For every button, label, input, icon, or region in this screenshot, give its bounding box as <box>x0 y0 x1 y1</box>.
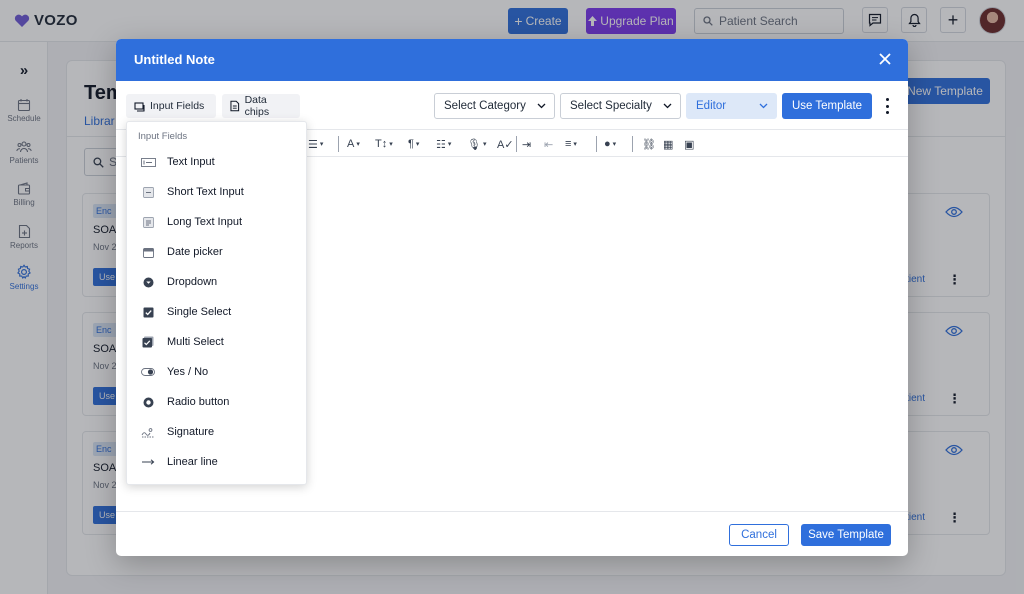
align-button[interactable]: ≡ ▾ <box>565 135 577 153</box>
menu-item-label: Signature <box>167 426 215 438</box>
menu-item-long-text-input[interactable]: Long Text Input <box>127 207 308 237</box>
untitled-note-modal: Untitled Note Input Fields Data chips Se… <box>116 39 908 556</box>
category-value: Select Category <box>444 100 526 112</box>
mode-select[interactable]: Editor <box>686 93 777 119</box>
table-button[interactable]: ▦ <box>663 135 673 153</box>
specialty-select[interactable]: Select Specialty <box>560 93 681 119</box>
modal-header: Untitled Note <box>116 39 908 81</box>
data-chips-label: Data chips <box>244 94 270 118</box>
menu-item-short-text-input[interactable]: Short Text Input <box>127 177 308 207</box>
line-height-icon: ☰ <box>308 138 318 151</box>
toggle-icon <box>140 365 156 379</box>
microphone-icon: 🎙 <box>467 138 481 151</box>
menu-item-dropdown[interactable]: Dropdown <box>127 267 308 297</box>
align-icon: ≡ <box>565 138 572 150</box>
arrow-right-icon <box>140 455 156 469</box>
input-fields-label: Input Fields <box>150 100 205 112</box>
chevron-down-icon <box>759 103 768 109</box>
list-icon: ☷ <box>436 138 446 151</box>
menu-item-label: Text Input <box>167 156 215 168</box>
spellcheck-icon: A✓ <box>497 138 514 151</box>
indent-button[interactable]: ⇥ <box>522 135 531 153</box>
menu-item-label: Linear line <box>167 456 218 468</box>
checkbox-icon <box>140 305 156 319</box>
image-icon: ▣ <box>684 138 695 151</box>
long-text-icon <box>140 215 156 229</box>
cancel-button[interactable]: Cancel <box>729 524 789 546</box>
specialty-value: Select Specialty <box>570 100 652 112</box>
link-button[interactable]: ⛓ <box>642 135 656 153</box>
input-fields-button[interactable]: Input Fields <box>126 94 216 118</box>
toolbar-separator <box>338 136 339 152</box>
indent-icon: ⇥ <box>522 138 532 151</box>
color-fill-button[interactable]: ● ▾ <box>604 135 616 153</box>
input-fields-menu: Input Fields Text Input Short Text Input… <box>126 121 307 485</box>
toolbar-separator <box>596 136 597 152</box>
use-template-button[interactable]: Use Template <box>782 93 872 119</box>
input-field-icon <box>134 101 145 112</box>
footer-divider <box>116 511 908 512</box>
menu-item-label: Single Select <box>167 306 232 318</box>
menu-item-multi-select[interactable]: Multi Select <box>127 327 308 357</box>
list-button[interactable]: ☷ ▾ <box>436 135 451 153</box>
font-color-button[interactable]: A ▾ <box>347 135 360 153</box>
menu-item-label: Radio button <box>167 396 230 408</box>
multi-checkbox-icon <box>140 335 156 349</box>
text-input-icon <box>140 155 156 169</box>
menu-heading: Input Fields <box>138 131 188 142</box>
paragraph-button[interactable]: ¶ ▾ <box>408 135 419 153</box>
menu-item-label: Dropdown <box>167 276 218 288</box>
menu-item-radio-button[interactable]: Radio button <box>127 387 308 417</box>
calendar-icon <box>140 245 156 259</box>
save-template-button[interactable]: Save Template <box>801 524 891 546</box>
link-icon: ⛓ <box>642 138 656 151</box>
outdent-icon: ⇤ <box>544 138 554 151</box>
category-select[interactable]: Select Category <box>434 93 555 119</box>
more-options-icon[interactable] <box>882 95 892 117</box>
droplet-icon: ● <box>604 138 611 150</box>
menu-item-single-select[interactable]: Single Select <box>127 297 308 327</box>
menu-item-label: Date picker <box>167 246 223 258</box>
dropdown-icon <box>140 275 156 289</box>
mode-value: Editor <box>696 100 727 112</box>
outdent-button[interactable]: ⇤ <box>544 135 553 153</box>
spellcheck-button[interactable]: A✓ <box>497 135 514 153</box>
menu-item-label: Long Text Input <box>167 216 243 228</box>
menu-item-yes-no[interactable]: Yes / No <box>127 357 308 387</box>
chevron-down-icon <box>537 103 546 109</box>
paragraph-icon: ¶ <box>408 138 414 150</box>
font-size-icon: T↕ <box>375 138 388 150</box>
menu-item-text-input[interactable]: Text Input <box>127 147 308 177</box>
line-height-button[interactable]: ☰ ▾ <box>308 135 323 153</box>
menu-item-linear-line[interactable]: Linear line <box>127 447 308 477</box>
font-color-icon: A <box>347 138 355 150</box>
data-chips-button[interactable]: Data chips <box>222 94 300 118</box>
menu-item-label: Short Text Input <box>167 186 244 198</box>
font-size-button[interactable]: T↕ ▾ <box>375 135 393 153</box>
radio-icon <box>140 395 156 409</box>
chevron-down-icon <box>663 103 672 109</box>
microphone-button[interactable]: 🎙 ▾ <box>467 135 486 153</box>
short-text-icon <box>140 185 156 199</box>
menu-item-date-picker[interactable]: Date picker <box>127 237 308 267</box>
signature-icon <box>140 425 156 439</box>
image-button[interactable]: ▣ <box>684 135 694 153</box>
menu-item-signature[interactable]: Signature <box>127 417 308 447</box>
document-icon <box>230 100 240 112</box>
modal-title: Untitled Note <box>134 52 215 67</box>
table-icon: ▦ <box>663 138 674 151</box>
toolbar-separator <box>516 136 517 152</box>
close-icon[interactable] <box>876 50 894 68</box>
menu-item-label: Multi Select <box>167 336 224 348</box>
menu-item-label: Yes / No <box>167 366 209 378</box>
toolbar-separator <box>632 136 633 152</box>
